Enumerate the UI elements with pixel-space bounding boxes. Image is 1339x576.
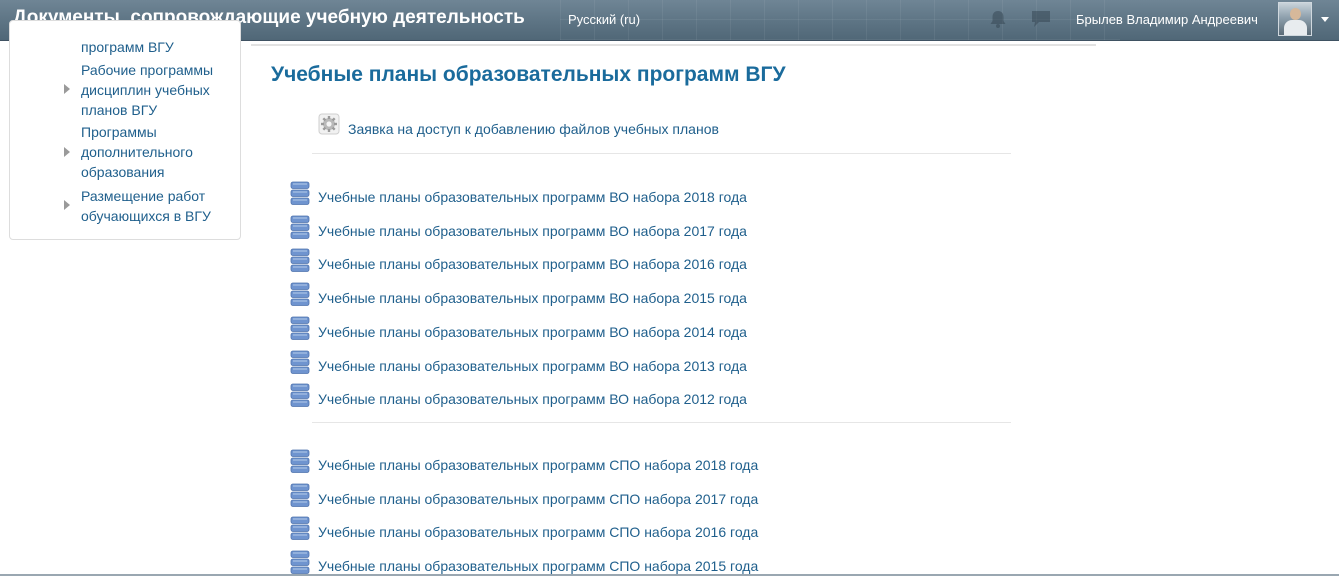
database-icon: [290, 248, 310, 273]
user-menu-caret-icon[interactable]: [1321, 17, 1329, 22]
messages-icon[interactable]: [1030, 9, 1052, 29]
sidebar-item-student-works[interactable]: Размещение работ обучающихся в ВГУ: [81, 186, 231, 226]
plan-link-row[interactable]: Учебные планы образовательных программ В…: [290, 181, 810, 207]
plan-link-row[interactable]: Учебные планы образовательных программ С…: [290, 483, 810, 509]
database-icon: [290, 316, 310, 340]
sidebar-item-work-programs[interactable]: Рабочие программы дисциплин учебных план…: [81, 60, 231, 120]
content-top-divider: [251, 44, 1096, 46]
plan-link-row[interactable]: Учебные планы образовательных программ В…: [290, 383, 810, 409]
plan-link-label[interactable]: Учебные планы образовательных программ В…: [318, 391, 747, 407]
database-icon: [290, 516, 310, 541]
sidebar-item-programs-vgu[interactable]: программ ВГУ: [81, 37, 231, 57]
page-title: Учебные планы образовательных программ В…: [271, 63, 786, 86]
plan-link-row[interactable]: Учебные планы образовательных программ В…: [290, 248, 810, 274]
plan-link-row[interactable]: Учебные планы образовательных программ С…: [290, 516, 810, 542]
section-divider: [312, 422, 1011, 423]
database-icon: [290, 383, 310, 408]
plan-link-row[interactable]: Учебные планы образовательных программ В…: [290, 316, 810, 342]
gear-icon: [318, 113, 340, 135]
plan-link-label[interactable]: Учебные планы образовательных программ В…: [318, 256, 747, 272]
database-icon: [290, 483, 310, 507]
expand-arrow-icon[interactable]: [64, 147, 70, 157]
database-icon: [290, 550, 310, 574]
database-icon: [290, 282, 310, 306]
sidebar-item-additional-education[interactable]: Программы дополнительного образования: [81, 122, 231, 182]
expand-arrow-icon[interactable]: [64, 200, 70, 210]
user-avatar[interactable]: [1278, 2, 1312, 36]
language-selector[interactable]: Русский (ru): [568, 12, 640, 27]
plan-link-label[interactable]: Учебные планы образовательных программ С…: [318, 524, 758, 540]
plan-link-row[interactable]: Учебные планы образовательных программ В…: [290, 282, 810, 308]
plan-link-label[interactable]: Учебные планы образовательных программ В…: [318, 223, 747, 239]
notification-bell-icon[interactable]: [987, 9, 1009, 29]
plan-link-label[interactable]: Учебные планы образовательных программ В…: [318, 358, 747, 374]
database-icon: [290, 350, 310, 374]
database-icon: [290, 215, 310, 239]
plan-link-row[interactable]: Учебные планы образовательных программ С…: [290, 550, 810, 576]
plan-link-label[interactable]: Учебные планы образовательных программ С…: [318, 558, 758, 574]
request-access-label[interactable]: Заявка на доступ к добавлению файлов уче…: [348, 121, 719, 137]
avatar-head-shape: [1290, 8, 1301, 20]
plan-link-label[interactable]: Учебные планы образовательных программ С…: [318, 457, 758, 473]
avatar-body-shape: [1284, 20, 1307, 35]
plan-link-row[interactable]: Учебные планы образовательных программ В…: [290, 350, 810, 376]
plan-link-label[interactable]: Учебные планы образовательных программ С…: [318, 491, 758, 507]
plan-link-label[interactable]: Учебные планы образовательных программ В…: [318, 290, 747, 306]
expand-arrow-icon[interactable]: [64, 84, 70, 94]
user-name[interactable]: Брылев Владимир Андреевич: [1076, 12, 1258, 27]
plan-link-row[interactable]: Учебные планы образовательных программ С…: [290, 449, 810, 475]
plan-link-label[interactable]: Учебные планы образовательных программ В…: [318, 189, 747, 205]
plan-link-row[interactable]: Учебные планы образовательных программ В…: [290, 215, 810, 241]
section-divider: [312, 153, 1011, 154]
plan-link-label[interactable]: Учебные планы образовательных программ В…: [318, 324, 747, 340]
database-icon: [290, 449, 310, 473]
database-icon: [290, 181, 310, 205]
